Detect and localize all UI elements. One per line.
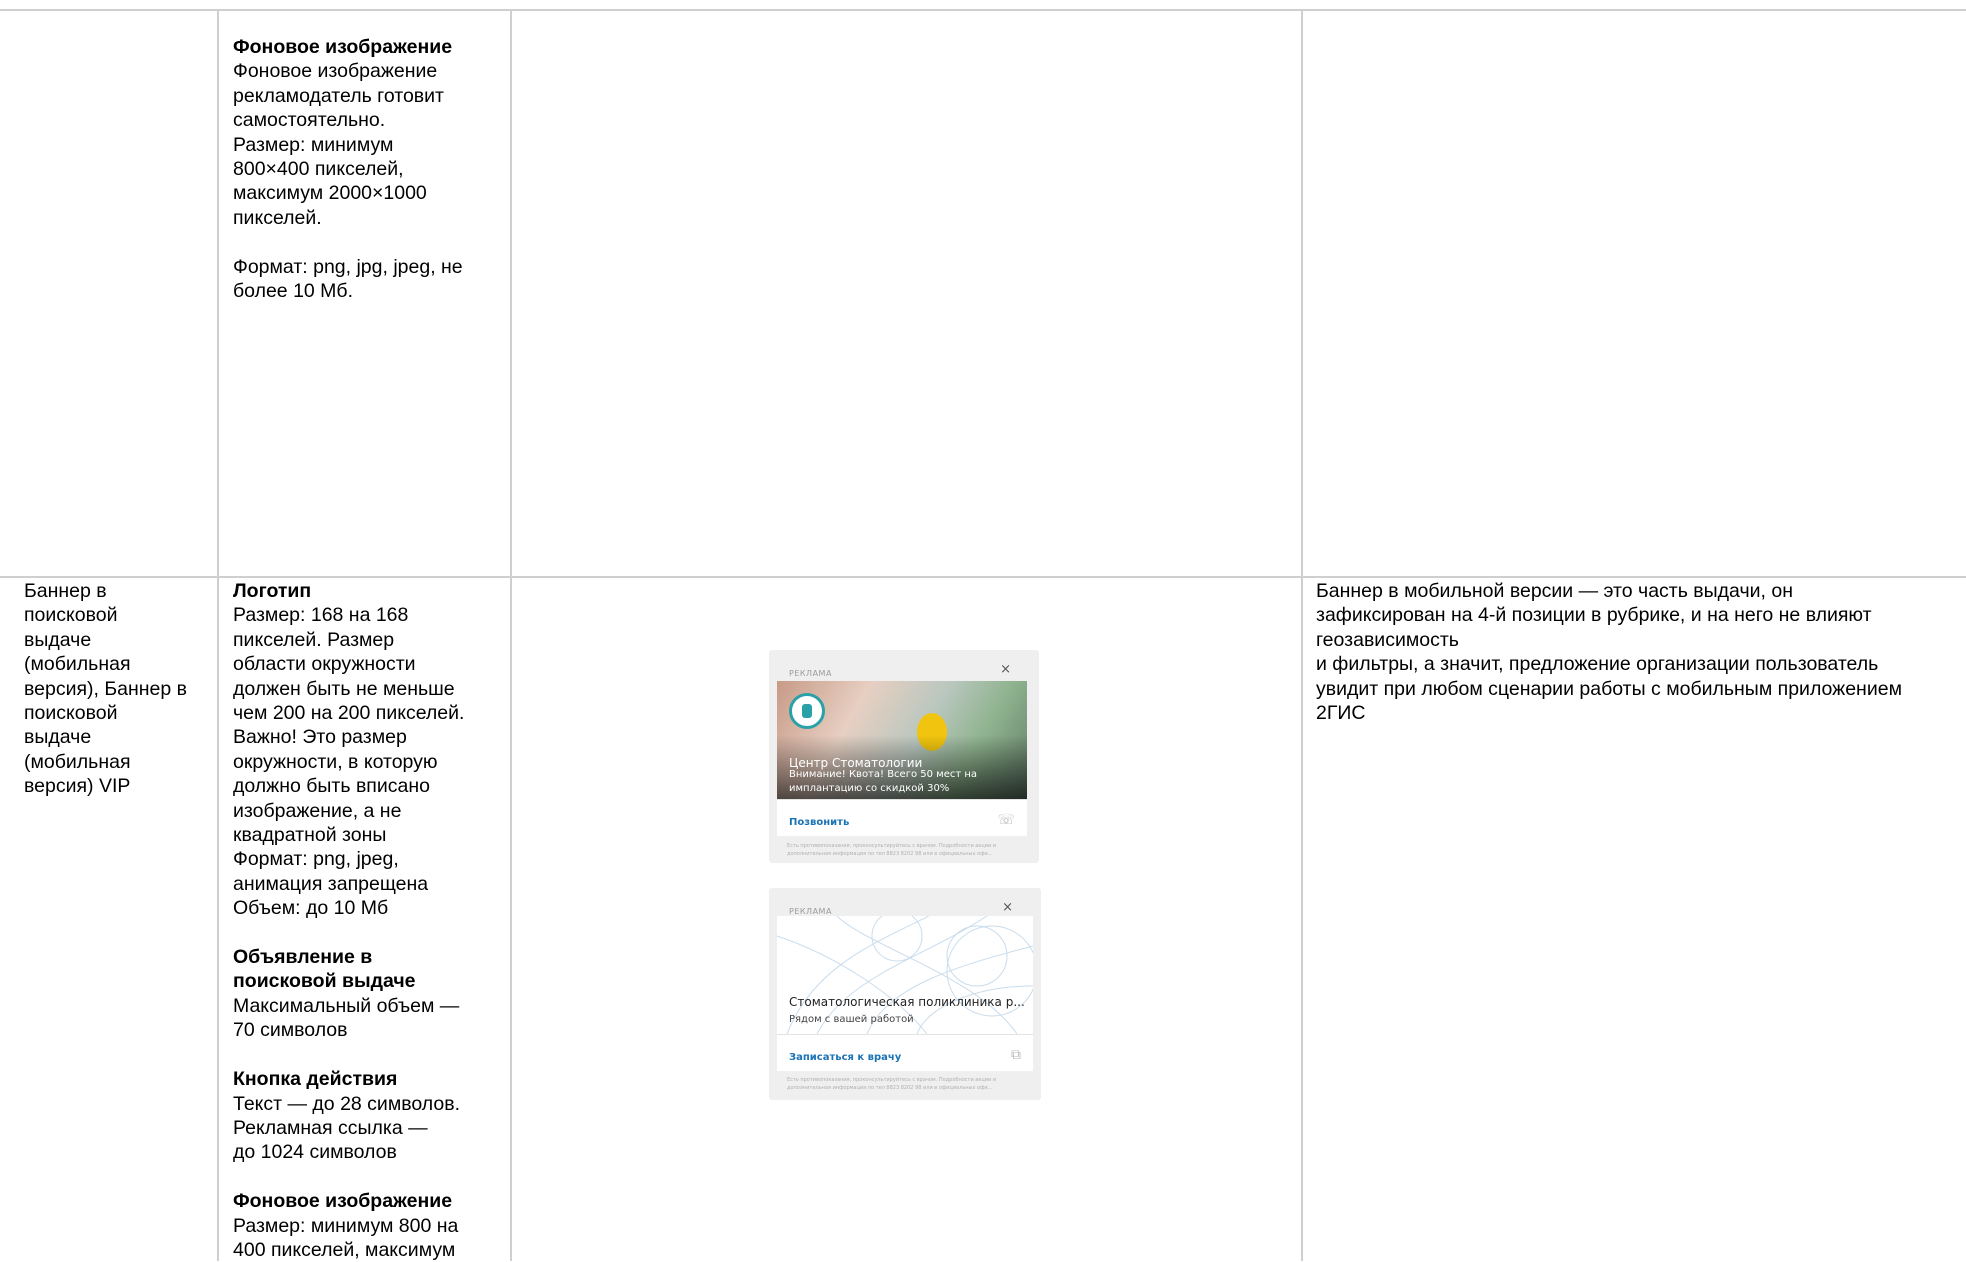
text-line: области окружности	[233, 653, 416, 676]
row2-format-name-cell: Баннер в поисковой выдаче (мобильная вер…	[24, 579, 210, 799]
action-button-block: Кнопка действия Текст — до 28 символов. …	[233, 1067, 505, 1165]
ad-disclaimer: Есть противопоказания, проконсультируйте…	[787, 1077, 997, 1091]
table-top-border	[0, 9, 1966, 11]
text-line: квадратной зоны	[233, 824, 387, 847]
call-button[interactable]: Позвонить	[789, 811, 849, 835]
ad-description: Рядом с вашей работой	[789, 1014, 914, 1025]
search-ad-heading-line: Объявление в	[233, 946, 373, 969]
ad-cta-row[interactable]: Записаться к врачу ⧉	[777, 1034, 1033, 1071]
text-line: 800×400 пикселей,	[233, 158, 404, 181]
text-line: Рекламная ссылка —	[233, 1116, 428, 1139]
logo-heading: Логотип	[233, 580, 312, 602]
text-line: и фильтры, а значит, предложение организ…	[1316, 653, 1879, 676]
clinic-logo-icon	[789, 693, 825, 729]
text-line: максимум 2000×1000	[233, 182, 427, 205]
text-line: версия) VIP	[24, 775, 131, 798]
text-line: изображение, а не	[233, 799, 402, 822]
ad-preview-photo: РЕКЛАМА × Центр Стоматологии Внимание! К…	[769, 650, 1039, 863]
row1-requirements-cell: Фоновое изображение Фоновое изображение …	[233, 35, 503, 303]
ad-preview-pattern: РЕКЛАМА × Стоматологическая поликлиника …	[769, 888, 1041, 1100]
text-line: более 10 Мб.	[233, 280, 354, 303]
text-line: должен быть не меньше	[233, 677, 455, 700]
background-image-block: Фоновое изображение Фоновое изображение …	[233, 35, 503, 230]
text-line: геозависимость	[1316, 628, 1459, 651]
text-line: Фоновое изображение	[233, 60, 438, 83]
text-line: самостоятельно.	[233, 109, 386, 132]
text-line: Баннер в	[24, 580, 107, 602]
ad-background-photo: Центр Стоматологии Внимание! Квота! Всег…	[777, 681, 1027, 799]
text-line: Максимальный объем —	[233, 994, 460, 1017]
text-line: 400 пикселей, максимум	[233, 1238, 456, 1261]
text-line: должно быть вписано	[233, 775, 430, 798]
text-line: поисковой	[24, 702, 118, 725]
ad-background-pattern: Стоматологическая поликлиника р... Рядом…	[777, 916, 1033, 1034]
text-line: Размер: минимум	[233, 133, 394, 156]
text-line: поисковой	[24, 604, 118, 627]
text-line: пикселей. Размер	[233, 628, 395, 651]
text-line: 2ГИС	[1316, 702, 1366, 725]
ad-description: Внимание! Квота! Всего 50 мест на имплан…	[789, 769, 978, 794]
text-line: Объем: до 10 Мб	[233, 897, 389, 920]
row-divider	[0, 576, 1966, 578]
text-line: (мобильная	[24, 750, 131, 773]
text-line: до 1024 символов	[233, 1141, 397, 1164]
text-line: Важно! Это размер	[233, 726, 407, 749]
search-ad-block: Объявление в поисковой выдаче Максимальн…	[233, 945, 505, 1043]
format-block: Формат: png, jpg, jpeg, не более 10 Мб.	[233, 255, 503, 304]
action-button-heading: Кнопка действия	[233, 1068, 398, 1091]
text-line: Баннер в мобильной версии — это часть вы…	[1316, 580, 1793, 602]
search-ad-heading-line: поисковой выдаче	[233, 970, 416, 993]
phone-icon: ☏	[997, 812, 1015, 828]
text-line: анимация запрещена	[233, 872, 429, 895]
column-divider-2	[510, 10, 512, 1261]
book-appointment-button[interactable]: Записаться к врачу	[789, 1046, 901, 1070]
ad-disclaimer: Есть противопоказания, проконсультируйте…	[787, 843, 997, 857]
logo-block: Логотип Размер: 168 на 168 пикселей. Раз…	[233, 579, 505, 921]
text-line: Размер: минимум 800 на	[233, 1214, 459, 1237]
background-image-heading: Фоновое изображение	[233, 36, 453, 58]
column-divider-1	[217, 10, 219, 1261]
text-line: Формат: png, jpeg,	[233, 848, 399, 871]
column-divider-3	[1301, 10, 1303, 1261]
row2-requirements-cell: Логотип Размер: 168 на 168 пикселей. Раз…	[233, 579, 505, 1262]
text-line: версия), Баннер в	[24, 677, 188, 700]
background-image-block-2: Фоновое изображение Размер: минимум 800 …	[233, 1189, 505, 1262]
text-line: увидит при любом сценарии работы с мобил…	[1316, 677, 1902, 700]
text-line: окружности, в которую	[233, 750, 438, 773]
text-line: выдаче	[24, 628, 92, 651]
text-line: Формат: png, jpg, jpeg, не	[233, 255, 463, 278]
text-line: рекламодатель готовит	[233, 84, 444, 107]
row2-description-cell: Баннер в мобильной версии — это часть вы…	[1316, 579, 1966, 725]
background-image-heading-2: Фоновое изображение	[233, 1190, 453, 1213]
text-line: пикселей.	[233, 206, 322, 229]
text-line: Текст — до 28 символов.	[233, 1092, 461, 1115]
text-line: чем 200 на 200 пикселей.	[233, 702, 465, 725]
text-line: выдаче	[24, 726, 92, 749]
ad-cta-row[interactable]: Позвонить ☏	[777, 799, 1027, 836]
text-line: Размер: 168 на 168	[233, 604, 409, 627]
close-icon[interactable]: ×	[1000, 658, 1011, 682]
external-link-icon: ⧉	[1011, 1047, 1021, 1063]
text-line: (мобильная	[24, 653, 131, 676]
text-line: 70 символов	[233, 1019, 348, 1042]
text-line: зафиксирован на 4-й позиции в рубрике, и…	[1316, 604, 1872, 627]
